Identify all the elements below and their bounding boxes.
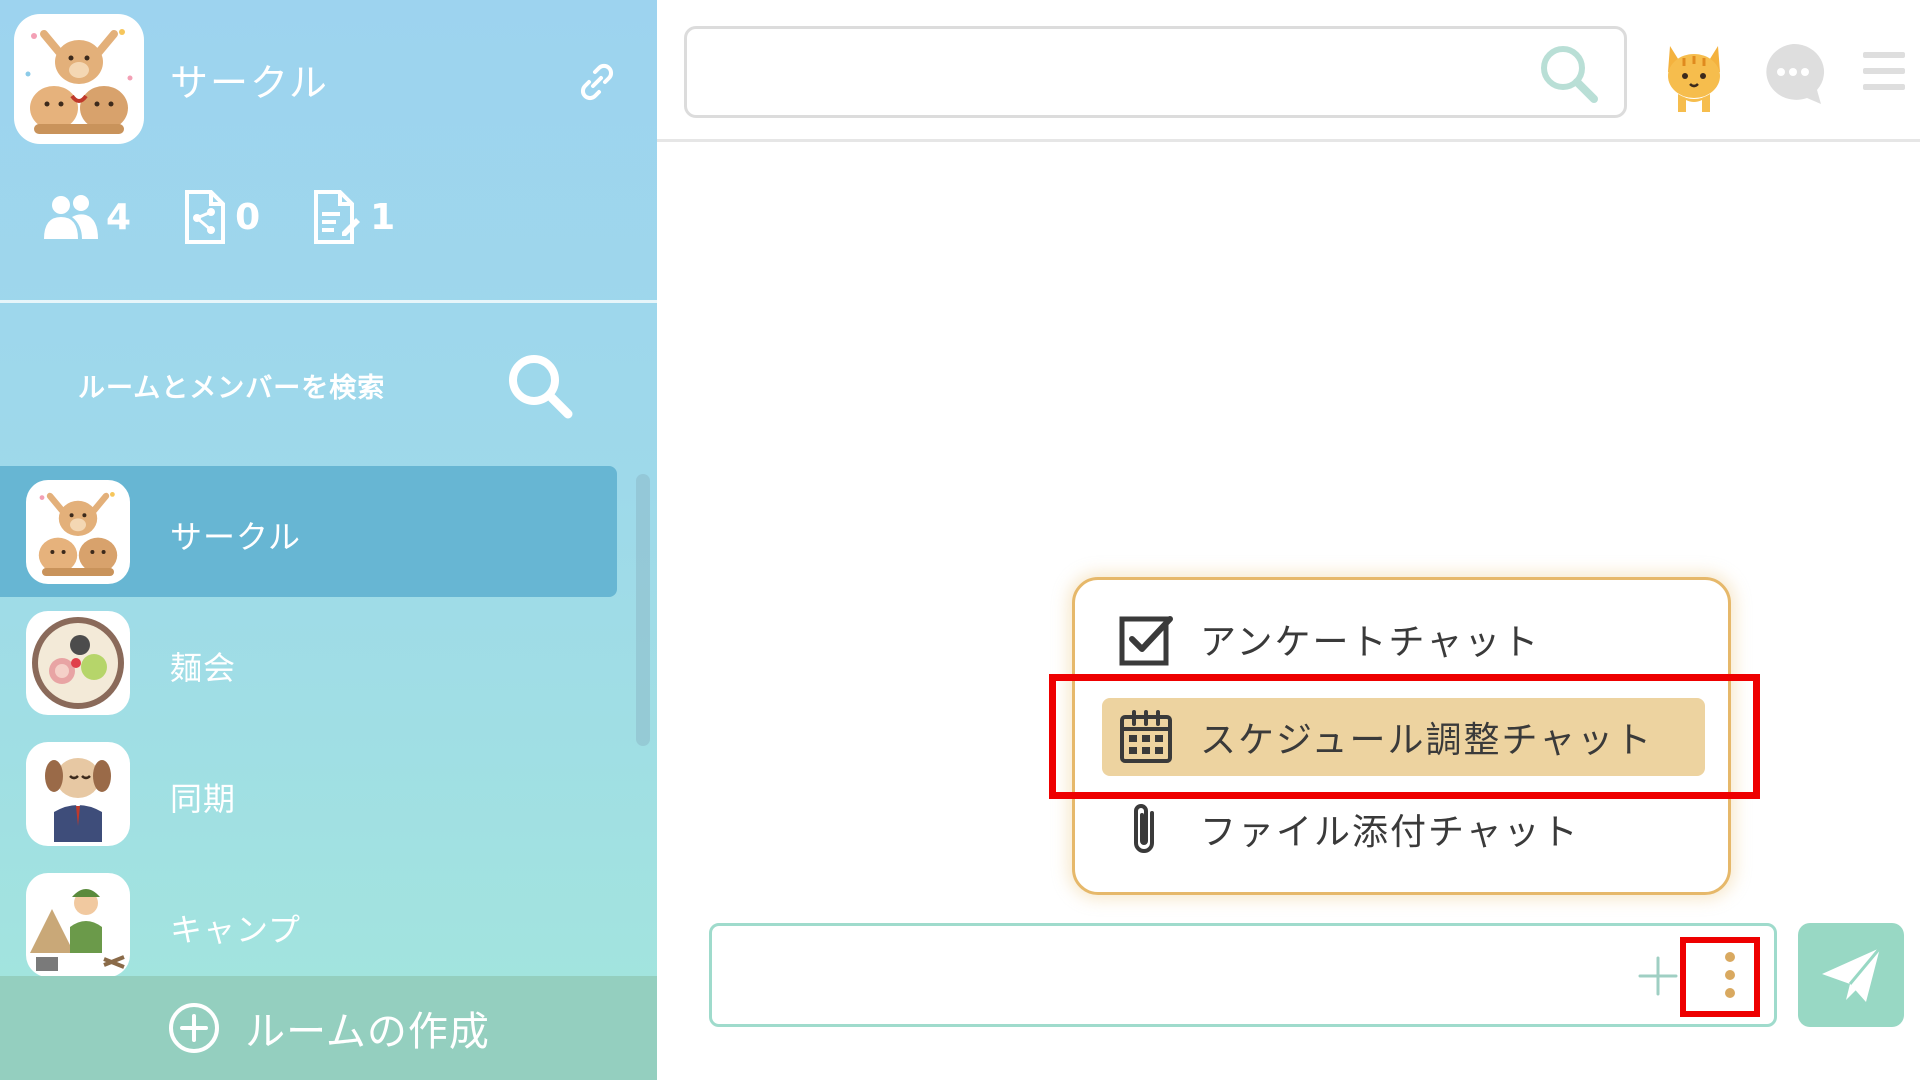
room-name: 麺会	[170, 649, 237, 687]
room-avatar	[26, 873, 130, 976]
more-options-button[interactable]	[1700, 942, 1760, 1008]
search-icon[interactable]	[1536, 41, 1602, 107]
search-icon[interactable]	[504, 350, 576, 422]
chat-bubble-icon[interactable]	[1757, 38, 1829, 110]
cat-icon[interactable]	[1658, 36, 1730, 114]
dog-businessman-avatar-image	[45, 758, 111, 842]
message-input[interactable]	[728, 942, 1628, 1008]
menu-item-label: アンケートチャット	[1200, 622, 1541, 663]
send-button[interactable]	[1798, 923, 1904, 1027]
members-icon	[44, 195, 98, 239]
top-search-input[interactable]	[707, 47, 1507, 97]
chat-type-popup-menu: アンケートチャット スケジュール調整チャット ファイル添付チャット	[1072, 577, 1731, 895]
plus-icon[interactable]	[1636, 954, 1680, 998]
menu-item-label: スケジュール調整チャット	[1200, 720, 1654, 761]
group-avatar[interactable]	[14, 14, 144, 144]
group-title: サークル	[170, 61, 329, 105]
room-name: 同期	[170, 780, 237, 818]
shared-files-stat[interactable]: 0	[183, 188, 260, 246]
room-list-scrollbar[interactable]	[636, 474, 650, 746]
paperclip-icon	[1134, 804, 1154, 853]
room-item-camp[interactable]: キャンプ	[0, 859, 617, 976]
hamburger-menu-icon[interactable]	[1861, 48, 1907, 94]
members-count: 4	[106, 196, 132, 238]
room-avatar	[26, 742, 130, 846]
menu-item-file-attach-chat[interactable]: ファイル添付チャット	[1102, 790, 1705, 868]
create-room-label: ルームの作成	[245, 1009, 490, 1055]
room-item-noodle[interactable]: 麺会	[0, 597, 617, 728]
ramen-bowl-avatar-image	[32, 617, 124, 709]
room-member-search[interactable]: ルームとメンバーを検索	[0, 303, 657, 463]
room-name: キャンプ	[170, 911, 302, 949]
room-member-search-label: ルームとメンバーを検索	[78, 373, 386, 404]
shared-files-count: 0	[235, 196, 261, 238]
checkbox-icon	[1119, 616, 1173, 666]
plus-circle-icon	[169, 1003, 220, 1053]
menu-item-survey-chat[interactable]: アンケートチャット	[1102, 600, 1705, 678]
room-avatar	[26, 480, 130, 584]
room-list: サークル 麺会 同期 キャンプ	[0, 466, 620, 976]
vertical-dots-icon	[1725, 952, 1735, 962]
note-edit-icon	[314, 190, 361, 244]
room-avatar	[26, 611, 130, 715]
menu-item-schedule-chat[interactable]: スケジュール調整チャット	[1102, 698, 1705, 776]
room-item-peers[interactable]: 同期	[0, 728, 617, 859]
notes-stat[interactable]: 1	[312, 188, 395, 246]
link-icon[interactable]	[575, 60, 619, 104]
room-item-circle[interactable]: サークル	[0, 466, 617, 597]
shared-file-icon	[185, 190, 226, 244]
sidebar: サークル 4 0 1 ルームとメンバーを検索 サークル 麺会 同期 キャンプ ル…	[0, 0, 657, 1080]
members-stat[interactable]: 4	[42, 193, 131, 241]
top-search-box	[684, 26, 1627, 118]
group-stats: 4 0 1	[42, 188, 447, 246]
create-room-button[interactable]: ルームの作成	[0, 976, 657, 1080]
message-composer	[709, 923, 1777, 1027]
camper-avatar-image	[30, 889, 125, 971]
top-bar	[657, 0, 1920, 142]
room-name: サークル	[170, 518, 302, 556]
menu-item-label: ファイル添付チャット	[1200, 812, 1580, 853]
notes-count: 1	[370, 196, 396, 238]
group-header: サークル 4 0 1	[0, 0, 657, 300]
dogs-cheering-avatar-image	[25, 29, 133, 134]
calendar-icon	[1120, 710, 1172, 763]
dogs-cheering-avatar-image	[38, 492, 118, 576]
paper-plane-icon	[1822, 947, 1882, 1002]
